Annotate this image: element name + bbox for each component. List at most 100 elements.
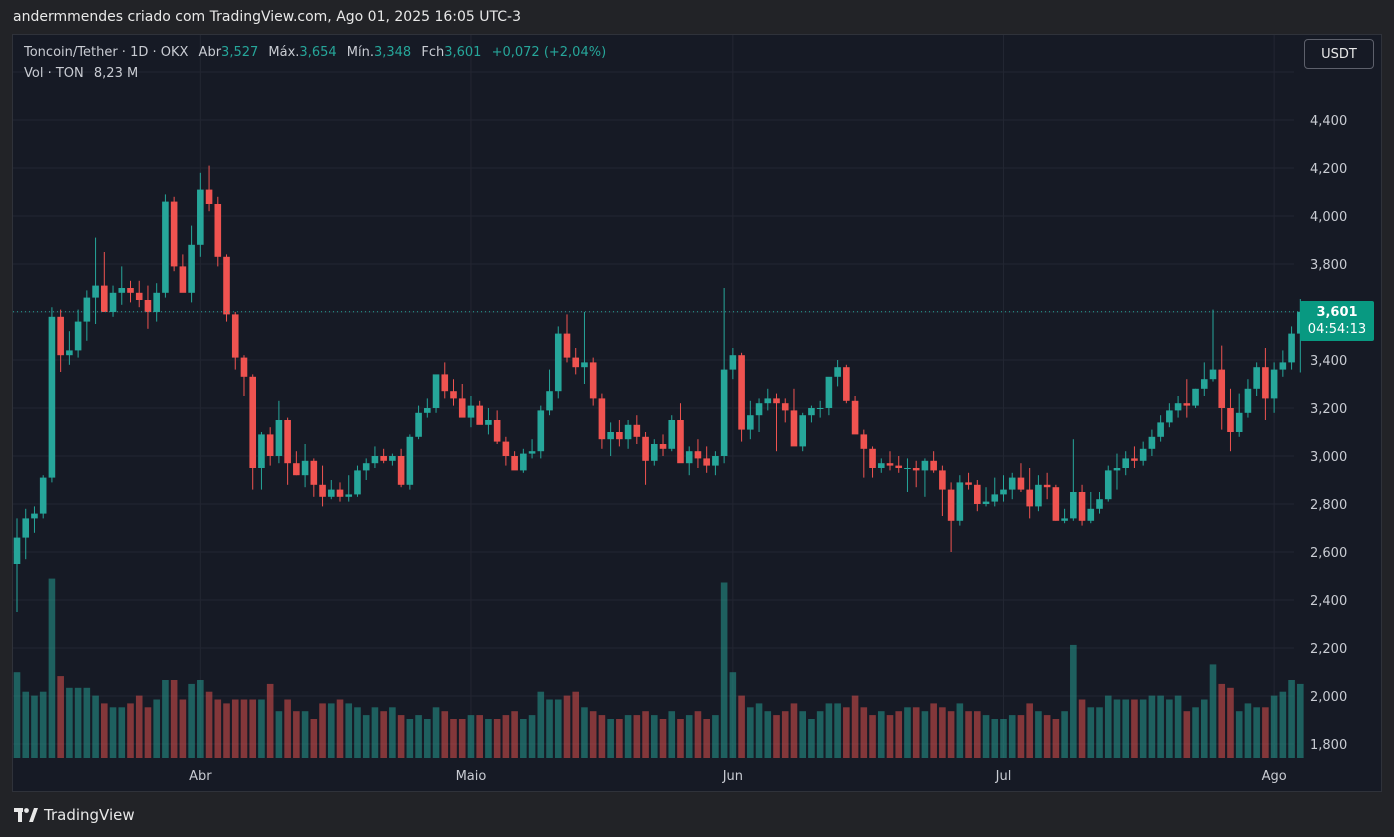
last-price-tag: 3,601 04:54:13: [1300, 301, 1374, 341]
candle-body: [1139, 448, 1147, 461]
volume-bar: [1096, 707, 1103, 758]
volume-bar: [301, 711, 309, 758]
volume-bar: [921, 711, 929, 758]
volume-bar: [633, 715, 641, 758]
volume-bar: [1104, 695, 1112, 758]
volume-bar: [869, 715, 876, 758]
candlestick-chart[interactable]: 4,4004,2004,0003,8003,6003,4003,2003,000…: [0, 0, 1394, 837]
candle-body: [1262, 367, 1269, 399]
close-label: Fch: [421, 45, 445, 60]
price-tick-label: 2,200: [1310, 642, 1347, 657]
volume-bar: [197, 680, 204, 758]
volume-label[interactable]: Vol · TON: [24, 66, 84, 81]
volume-bar: [860, 707, 868, 758]
volume-bar: [1227, 687, 1234, 758]
candle-body: [1253, 367, 1260, 389]
candle-body: [74, 321, 82, 351]
candle-body: [223, 256, 230, 315]
volume-bar: [747, 707, 754, 758]
low-label: Mín.: [346, 45, 374, 60]
volume-bar: [22, 691, 30, 758]
candle-body: [912, 468, 920, 471]
candle-body: [572, 357, 580, 368]
volume-bar: [1052, 719, 1060, 758]
volume-bar: [1070, 644, 1077, 758]
volume-bar: [179, 699, 187, 758]
volume-bar: [1017, 715, 1025, 758]
candle-body: [424, 408, 431, 413]
volume-bar: [808, 719, 815, 758]
candle-body: [581, 362, 588, 368]
price-axis[interactable]: 4,4004,2004,0003,8003,6003,4003,2003,000…: [1310, 114, 1347, 753]
candle-body: [537, 410, 545, 452]
volume-bar: [1200, 699, 1208, 758]
candle-body: [1035, 484, 1042, 507]
candle-body: [668, 420, 676, 449]
volume-bar: [118, 707, 126, 758]
candle-body: [755, 403, 763, 416]
candle-body: [371, 456, 379, 464]
candle-body: [135, 292, 143, 300]
candle-body: [66, 350, 73, 356]
candle-body: [869, 448, 876, 468]
volume-bar: [668, 711, 676, 758]
candle-body: [188, 244, 195, 293]
candle-body: [144, 300, 152, 312]
volume-bar: [554, 699, 562, 758]
volume-bar: [511, 711, 518, 758]
candle-body: [1209, 369, 1217, 380]
volume-bar: [773, 715, 780, 758]
candle-body: [1104, 470, 1112, 500]
close-value: 3,601: [444, 45, 482, 60]
candle-body: [825, 376, 833, 408]
time-tick-label: Abr: [189, 769, 212, 784]
volume-bar: [223, 703, 230, 758]
price-tick-label: 3,800: [1310, 258, 1347, 273]
volume-bar: [886, 715, 894, 758]
candle-body: [1131, 458, 1138, 461]
volume-bar: [912, 707, 920, 758]
volume-bar: [1026, 703, 1033, 758]
candle-body: [170, 201, 178, 267]
volume-bar: [947, 711, 955, 758]
candle-body: [1166, 410, 1173, 423]
symbol-label[interactable]: Toncoin/Tether · 1D · OKX: [24, 45, 188, 60]
candle-body: [1174, 403, 1182, 411]
tradingview-logo: TradingView: [14, 806, 135, 824]
volume-bar: [712, 715, 719, 758]
time-axis[interactable]: Abr Maio Jun Jul Ago: [189, 769, 1287, 784]
candle-body: [659, 444, 667, 449]
volume-bar: [563, 695, 571, 758]
candle-body: [703, 458, 710, 466]
candle-body: [834, 367, 841, 377]
volume-bar: [415, 715, 422, 758]
volume-bar: [48, 578, 56, 758]
candle-body: [685, 451, 693, 464]
volume-bar: [589, 711, 597, 758]
volume-bar: [83, 687, 91, 758]
candle-body: [319, 484, 326, 497]
volume-bar: [406, 719, 414, 758]
candle-body: [1279, 362, 1287, 370]
volume-bar: [607, 719, 614, 758]
volume-bar: [659, 719, 667, 758]
candle-body: [336, 489, 344, 497]
candle-body: [327, 489, 335, 497]
time-tick-label: Jul: [995, 769, 1012, 784]
volume-bar: [74, 687, 82, 758]
candle-body: [799, 415, 806, 447]
candle-body: [101, 285, 108, 312]
price-tick-label: 3,200: [1310, 402, 1347, 417]
currency-button[interactable]: USDT: [1304, 39, 1374, 69]
candle-body: [851, 400, 859, 435]
candle-body: [598, 398, 606, 440]
candle-body: [886, 463, 894, 466]
volume-bar: [310, 719, 318, 758]
volume-bar: [965, 711, 972, 758]
candle-body: [729, 355, 737, 370]
candle-body: [310, 460, 318, 485]
volume-bar: [293, 711, 300, 758]
volume-bar: [877, 711, 885, 758]
volume-bar: [895, 711, 903, 758]
volume-bar: [738, 695, 745, 758]
